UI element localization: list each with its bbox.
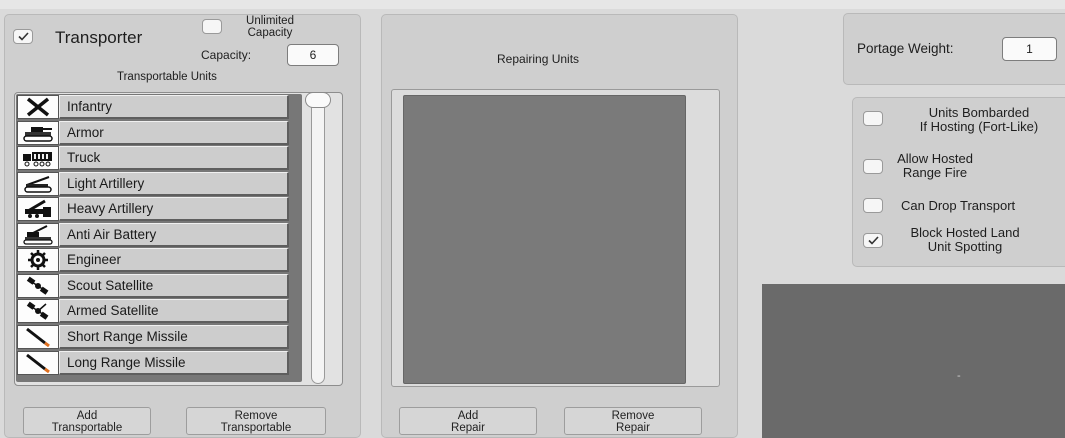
repairing-units-title: Repairing Units xyxy=(497,52,580,66)
unlimited-label-line1: Unlimited Capacity xyxy=(246,15,294,39)
heavy-artillery-icon xyxy=(17,197,59,221)
units-bombarded-label: Units Bombarded If Hosting (Fort-Like) xyxy=(893,106,1065,134)
unit-name: Heavy Artillery xyxy=(59,197,289,221)
engineer-gear-icon xyxy=(17,248,59,272)
add-transportable-line1: Add xyxy=(76,410,98,422)
list-item[interactable]: Infantry xyxy=(17,95,289,119)
remove-repair-line2: Repair xyxy=(616,422,650,434)
units-bombarded-line1: Units Bombarded xyxy=(928,105,1030,120)
truck-icon xyxy=(17,146,59,170)
tank-icon xyxy=(17,121,59,145)
unit-name: Armed Satellite xyxy=(59,299,289,323)
unit-name: Light Artillery xyxy=(59,172,289,196)
units-bombarded-checkbox[interactable] xyxy=(863,111,883,126)
unit-name: Engineer xyxy=(59,248,289,272)
allow-hosted-line1: Allow Hosted xyxy=(897,151,973,166)
add-repair-button[interactable]: Add Repair xyxy=(399,407,537,435)
unit-name: Truck xyxy=(59,146,289,170)
portage-weight-input[interactable]: 1 xyxy=(1002,37,1057,61)
list-item[interactable]: Engineer xyxy=(17,248,289,272)
missile-icon xyxy=(17,325,59,349)
list-item[interactable]: Truck xyxy=(17,146,289,170)
remove-repair-line1: Remove xyxy=(611,410,655,422)
unlimited-capacity-label: Unlimited Capacity xyxy=(236,15,304,39)
block-hosted-line2: Unit Spotting xyxy=(927,239,1003,254)
list-item[interactable]: Heavy Artillery xyxy=(17,197,289,221)
list-item[interactable]: Light Artillery xyxy=(17,172,289,196)
list-scroll-handle[interactable] xyxy=(305,92,331,108)
light-artillery-icon xyxy=(17,172,59,196)
unit-preview-area: - xyxy=(762,284,1065,438)
allow-hosted-range-fire-label: Allow Hosted Range Fire xyxy=(894,152,976,180)
transportable-units-title: Transportable Units xyxy=(117,71,217,83)
checkmark-icon xyxy=(868,236,879,245)
anti-air-icon xyxy=(17,223,59,247)
unit-name: Scout Satellite xyxy=(59,274,289,298)
unit-name: Short Range Missile xyxy=(59,325,289,349)
can-drop-transport-checkbox[interactable] xyxy=(863,198,883,213)
capacity-input[interactable]: 6 xyxy=(287,44,339,66)
allow-hosted-line2: Range Fire xyxy=(902,165,968,180)
block-hosted-spotting-checkbox[interactable] xyxy=(863,233,883,248)
list-item[interactable]: Armed Satellite xyxy=(17,299,289,323)
missile-icon xyxy=(17,351,59,375)
unit-name: Anti Air Battery xyxy=(59,223,289,247)
preview-text: - xyxy=(957,370,961,382)
remove-transportable-line2: Transportable xyxy=(220,422,292,434)
add-transportable-line2: Transportable xyxy=(51,422,123,434)
list-item[interactable]: Scout Satellite xyxy=(17,274,289,298)
units-bombarded-line2: If Hosting (Fort-Like) xyxy=(919,119,1039,134)
block-hosted-line1: Block Hosted Land xyxy=(910,225,1020,240)
unlimited-capacity-checkbox[interactable] xyxy=(202,19,222,34)
unit-name: Infantry xyxy=(59,95,289,119)
portage-weight-label: Portage Weight: xyxy=(857,41,954,56)
add-repair-line2: Repair xyxy=(451,422,485,434)
list-item[interactable]: Armor xyxy=(17,121,289,145)
repairing-units-list-area xyxy=(403,95,686,384)
remove-transportable-line1: Remove xyxy=(234,410,278,422)
infantry-icon xyxy=(17,95,59,119)
list-item[interactable]: Anti Air Battery xyxy=(17,223,289,247)
list-item[interactable]: Long Range Missile xyxy=(17,351,289,375)
list-scrollbar[interactable] xyxy=(311,97,325,384)
remove-transportable-button[interactable]: Remove Transportable xyxy=(186,407,326,435)
unit-name: Long Range Missile xyxy=(59,351,289,375)
transporter-checkbox[interactable] xyxy=(13,29,33,44)
remove-repair-button[interactable]: Remove Repair xyxy=(564,407,702,435)
unit-name: Armor xyxy=(59,121,289,145)
armed-satellite-icon xyxy=(17,299,59,323)
allow-hosted-range-fire-checkbox[interactable] xyxy=(863,159,883,174)
list-item[interactable]: Short Range Missile xyxy=(17,325,289,349)
add-repair-line1: Add xyxy=(457,410,479,422)
checkmark-icon xyxy=(18,32,29,41)
can-drop-transport-label: Can Drop Transport xyxy=(901,198,1016,213)
capacity-label: Capacity: xyxy=(201,48,252,62)
block-hosted-spotting-label: Block Hosted Land Unit Spotting xyxy=(898,226,1032,254)
add-transportable-button[interactable]: Add Transportable xyxy=(23,407,151,435)
top-edge-strip xyxy=(0,0,1065,9)
transporter-label: Transporter xyxy=(55,28,143,47)
satellite-icon xyxy=(17,274,59,298)
